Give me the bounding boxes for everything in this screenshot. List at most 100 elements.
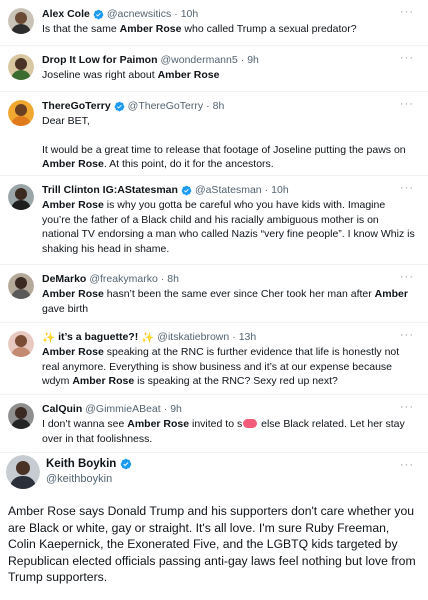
tweet[interactable]: Alex Cole @acnewsitics · 10h Is that the… xyxy=(0,0,428,46)
timestamp[interactable]: 10h xyxy=(181,8,199,20)
highlighted-term: Amber xyxy=(374,288,408,300)
tweet-header: Trill Clinton IG:AStatesman @aStatesman … xyxy=(42,182,416,198)
highlighted-term: Amber Rose xyxy=(157,69,220,81)
display-name[interactable]: Alex Cole xyxy=(42,8,90,20)
text-segment: It would be a great time to release that… xyxy=(42,143,406,156)
highlighted-term: Amber Rose xyxy=(42,346,104,358)
avatar[interactable] xyxy=(8,100,34,126)
text-segment: is speaking at the RNC? Sexy red up next… xyxy=(134,375,338,387)
separator-dot: · xyxy=(232,331,236,343)
handle[interactable]: @keithboykin xyxy=(46,473,132,485)
display-name[interactable]: DeMarko xyxy=(42,273,86,285)
handle[interactable]: @freakymarko xyxy=(89,273,157,285)
handle[interactable]: @acnewsitics xyxy=(107,8,171,20)
text-segment: . At this point, do it for the ancestors… xyxy=(103,158,274,170)
display-name[interactable]: ThereGoTerry xyxy=(42,100,111,112)
tweet[interactable]: ✨ it’s a baguette?! ✨ @itskatiebrown · 1… xyxy=(0,323,428,395)
tweet-text: Dear BET, It would be a great time to re… xyxy=(42,114,416,172)
more-options-icon[interactable]: ··· xyxy=(400,402,414,413)
tweet-text: Is that the same Amber Rose who called T… xyxy=(42,22,416,37)
timestamp[interactable]: 10h xyxy=(271,184,289,196)
tweet-content: DeMarko @freakymarko · 8h Amber Rose has… xyxy=(42,271,416,316)
more-options-icon[interactable]: ··· xyxy=(400,183,414,194)
highlighted-term: Amber Rose xyxy=(42,158,104,170)
tweet-content: ThereGoTerry @ThereGoTerry · 8h Dear BET… xyxy=(42,98,416,172)
text-segment: Joseline was right about xyxy=(42,69,158,81)
text-segment: hasn’t been the same ever since Cher too… xyxy=(103,288,375,300)
tweet-header: CalQuin @GimmieABeat · 9h xyxy=(42,401,416,417)
display-name[interactable]: CalQuin xyxy=(42,403,82,415)
censor-blur-icon xyxy=(243,419,258,428)
text-segment: gave birth xyxy=(42,302,89,315)
tweet[interactable]: ThereGoTerry @ThereGoTerry · 8h Dear BET… xyxy=(0,92,428,176)
display-name[interactable]: Trill Clinton IG:AStatesman xyxy=(42,184,178,196)
tweet-header: Drop It Low for Paimon @wondermann5 · 9h xyxy=(42,52,416,68)
verified-badge-icon xyxy=(121,458,132,470)
handle[interactable]: @itskatiebrown xyxy=(157,331,229,343)
avatar[interactable] xyxy=(8,403,34,429)
text-segment: Is that the same xyxy=(42,23,120,35)
display-name[interactable]: it’s a baguette?! xyxy=(58,331,138,343)
handle[interactable]: @ThereGoTerry xyxy=(128,100,203,112)
text-paragraph: It would be a great time to release that… xyxy=(42,143,416,172)
avatar[interactable] xyxy=(8,331,34,357)
avatar[interactable] xyxy=(8,273,34,299)
highlighted-term: Amber Rose xyxy=(119,23,182,35)
more-options-icon[interactable]: ··· xyxy=(400,460,414,471)
text-paragraph: Dear BET, xyxy=(42,115,90,127)
tweet-text: Amber Rose says Donald Trump and his sup… xyxy=(8,504,416,584)
highlighted-term: Amber Rose xyxy=(42,288,104,300)
tweet-header: Keith Boykin @keithboykin xyxy=(46,458,132,485)
tweet-header: DeMarko @freakymarko · 8h xyxy=(42,271,416,287)
more-options-icon[interactable]: ··· xyxy=(400,7,414,18)
timestamp[interactable]: 9h xyxy=(170,403,182,415)
more-options-icon[interactable]: ··· xyxy=(400,272,414,283)
verified-badge-icon xyxy=(114,101,124,111)
avatar[interactable] xyxy=(8,54,34,80)
separator-dot: · xyxy=(174,8,178,20)
tweet[interactable]: Keith Boykin @keithboykin ··· Amber Rose… xyxy=(0,455,428,600)
handle[interactable]: @wondermann5 xyxy=(161,54,238,66)
timestamp[interactable]: 13h xyxy=(239,331,257,343)
display-name[interactable]: Drop It Low for Paimon xyxy=(42,54,158,66)
text-segment: who called Trump a sexual predator? xyxy=(181,23,357,35)
tweet[interactable]: DeMarko @freakymarko · 8h Amber Rose has… xyxy=(0,265,428,323)
sparkle-icon: ✨ xyxy=(141,331,155,344)
verified-badge-icon xyxy=(93,9,104,19)
tweet[interactable]: Drop It Low for Paimon @wondermann5 · 9h… xyxy=(0,46,428,92)
avatar[interactable] xyxy=(6,455,40,489)
sparkle-icon: ✨ xyxy=(42,331,56,344)
text-segment: I don’t wanna see xyxy=(42,418,128,430)
handle[interactable]: @aStatesman xyxy=(195,184,262,196)
more-options-icon[interactable]: ··· xyxy=(400,53,414,64)
tweet-header: Alex Cole @acnewsitics · 10h xyxy=(42,6,416,22)
handle[interactable]: @GimmieABeat xyxy=(85,403,160,415)
avatar[interactable] xyxy=(8,8,34,34)
tweet-header: ✨ it’s a baguette?! ✨ @itskatiebrown · 1… xyxy=(42,329,416,345)
highlighted-term: Amber Rose xyxy=(42,199,104,211)
tweet[interactable]: CalQuin @GimmieABeat · 9h I don’t wanna … xyxy=(0,395,428,453)
tweet[interactable]: Trill Clinton IG:AStatesman @aStatesman … xyxy=(0,176,428,265)
tweet-text: Joseline was right about Amber Rose xyxy=(42,68,416,83)
separator-dot: · xyxy=(160,273,165,285)
tweet-content: Trill Clinton IG:AStatesman @aStatesman … xyxy=(42,182,416,256)
tweet-header: ThereGoTerry @ThereGoTerry · 8h xyxy=(42,98,416,114)
separator-dot: · xyxy=(163,403,168,415)
highlighted-term: Amber Rose xyxy=(72,375,135,387)
tweet-content: CalQuin @GimmieABeat · 9h I don’t wanna … xyxy=(42,401,416,446)
highlighted-term: Amber Rose xyxy=(127,418,190,430)
tweet-text: Amber Rose hasn’t been the same ever sin… xyxy=(42,287,416,316)
timestamp[interactable]: 8h xyxy=(213,100,225,112)
display-name[interactable]: Keith Boykin xyxy=(46,458,116,470)
tweet-feed: Alex Cole @acnewsitics · 10h Is that the… xyxy=(0,0,428,600)
separator-dot: · xyxy=(206,100,210,112)
more-options-icon[interactable]: ··· xyxy=(400,330,414,341)
avatar[interactable] xyxy=(8,184,34,210)
tweet-content: ✨ it’s a baguette?! ✨ @itskatiebrown · 1… xyxy=(42,329,416,389)
separator-dot: · xyxy=(264,184,269,196)
verified-badge-icon xyxy=(181,185,192,195)
timestamp[interactable]: 9h xyxy=(247,54,259,66)
text-segment: invited to s xyxy=(189,418,243,430)
timestamp[interactable]: 8h xyxy=(167,273,179,285)
more-options-icon[interactable]: ··· xyxy=(400,99,414,110)
